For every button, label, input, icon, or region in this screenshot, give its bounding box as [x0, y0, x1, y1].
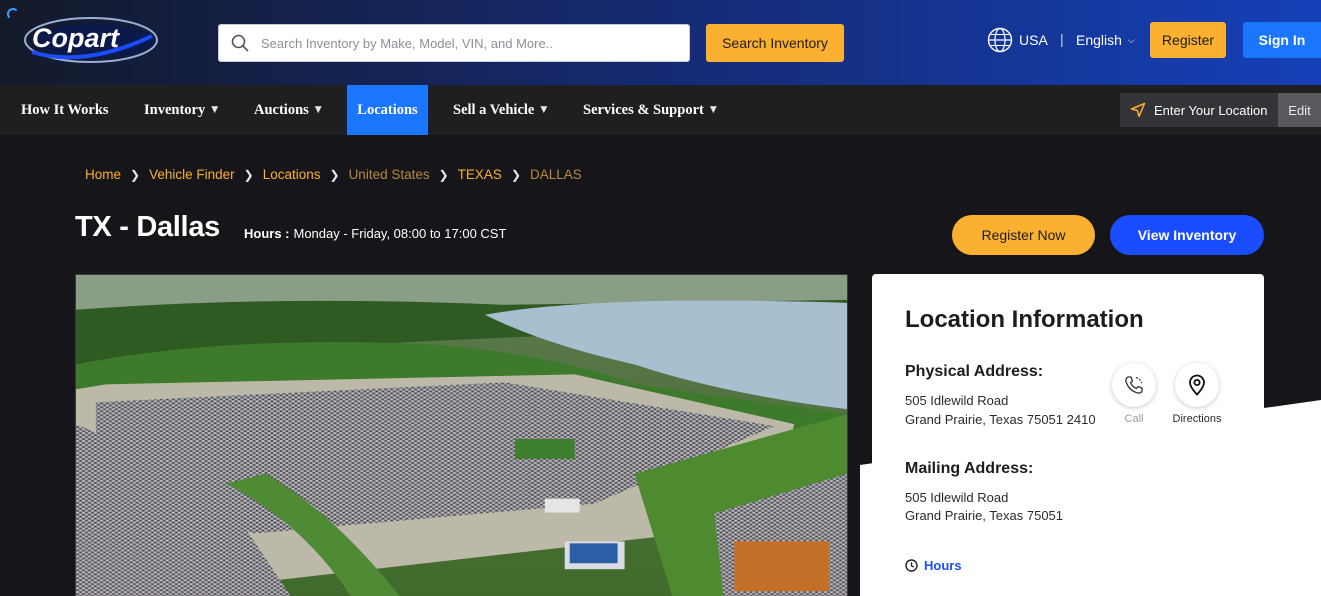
directions-button[interactable]: [1175, 363, 1219, 407]
loading-spinner-icon: [7, 8, 19, 20]
chevron-right-icon: ❯: [329, 167, 340, 182]
location-aerial-photo: [75, 274, 848, 596]
chevron-right-icon: ❯: [438, 167, 449, 182]
breadcrumb-dallas: DALLAS: [530, 167, 582, 182]
top-header: Copart Search Inventory USA | English ⌵ …: [0, 0, 1321, 85]
physical-address-heading: Physical Address:: [905, 363, 1044, 380]
location-info-title: Location Information: [905, 306, 1144, 333]
breadcrumb-texas[interactable]: TEXAS: [458, 167, 502, 182]
search-icon: [231, 34, 249, 52]
mailing-address-line2: Grand Prairie, Texas 75051: [905, 508, 1064, 523]
globe-icon[interactable]: [987, 27, 1013, 53]
directions-label: Directions: [1172, 413, 1222, 425]
breadcrumb: Home ❯ Vehicle Finder ❯ Locations ❯ Unit…: [85, 167, 582, 182]
location-arrow-icon: [1130, 102, 1146, 118]
country-selector[interactable]: USA: [1019, 32, 1048, 48]
hours-value: Monday - Friday, 08:00 to 17:00 CST: [293, 226, 507, 241]
language-label: English: [1076, 32, 1122, 48]
chevron-down-icon: ⌵: [1127, 34, 1135, 45]
physical-address-line1: 505 Idlewild Road: [905, 393, 1009, 408]
call-label: Call: [1124, 413, 1144, 425]
header-divider: |: [1060, 31, 1064, 47]
map-pin-icon: [1189, 374, 1205, 396]
breadcrumb-locations[interactable]: Locations: [263, 167, 321, 182]
search-inventory-button[interactable]: Search Inventory: [706, 24, 844, 62]
logo-text: Copart: [32, 23, 120, 53]
phone-icon: [1125, 376, 1143, 394]
nav-label: Services & Support: [583, 101, 704, 118]
chevron-down-icon: ▼: [709, 105, 717, 115]
hours-label: Hours :: [244, 226, 290, 241]
language-selector[interactable]: English ⌵: [1076, 32, 1135, 48]
copart-logo[interactable]: Copart: [24, 16, 158, 64]
sign-in-button[interactable]: Sign In: [1243, 22, 1321, 58]
nav-label: How It Works: [21, 101, 109, 118]
physical-address-line2: Grand Prairie, Texas 75051 2410: [905, 412, 1096, 427]
chevron-down-icon: ▼: [314, 105, 322, 115]
nav-services-support[interactable]: Services & Support ▼: [583, 85, 717, 135]
nav-label: Locations: [357, 101, 418, 118]
search-input[interactable]: [261, 35, 681, 51]
call-button[interactable]: [1112, 363, 1156, 407]
location-info-card: Location Information Physical Address: 5…: [872, 274, 1264, 596]
chevron-down-icon: ▼: [540, 105, 548, 115]
nav-inventory[interactable]: Inventory ▼: [144, 85, 218, 135]
register-button[interactable]: Register: [1150, 22, 1226, 58]
hours-link-label: Hours: [924, 558, 962, 573]
chevron-down-icon: ▼: [211, 105, 219, 115]
edit-location-button[interactable]: Edit: [1278, 93, 1321, 127]
page-title: TX - Dallas: [75, 211, 220, 243]
breadcrumb-vehicle-finder[interactable]: Vehicle Finder: [149, 167, 235, 182]
nav-label: Inventory: [144, 101, 206, 118]
view-inventory-button[interactable]: View Inventory: [1110, 215, 1264, 255]
hours-summary: Hours : Monday - Friday, 08:00 to 17:00 C…: [244, 226, 506, 241]
mailing-address-heading: Mailing Address:: [905, 460, 1034, 477]
nav-how-it-works[interactable]: How It Works: [21, 85, 109, 135]
main-content: Home ❯ Vehicle Finder ❯ Locations ❯ Unit…: [0, 135, 1321, 596]
chevron-right-icon: ❯: [510, 167, 521, 182]
breadcrumb-united-states[interactable]: United States: [349, 167, 430, 182]
hours-link[interactable]: Hours: [905, 558, 962, 573]
mailing-address-line1: 505 Idlewild Road: [905, 490, 1009, 505]
clock-icon: [905, 559, 918, 572]
enter-location-field[interactable]: Enter Your Location: [1120, 93, 1278, 127]
location-prompt: Enter Your Location: [1154, 102, 1268, 118]
chevron-right-icon: ❯: [130, 167, 141, 182]
nav-label: Auctions: [254, 101, 309, 118]
search-bar: [218, 24, 690, 62]
nav-label: Sell a Vehicle: [453, 101, 535, 118]
nav-sell-a-vehicle[interactable]: Sell a Vehicle ▼: [453, 85, 547, 135]
main-nav: How It Works Inventory ▼ Auctions ▼ Loca…: [0, 85, 1321, 135]
nav-auctions[interactable]: Auctions ▼: [254, 85, 322, 135]
chevron-right-icon: ❯: [243, 167, 254, 182]
breadcrumb-home[interactable]: Home: [85, 167, 121, 182]
nav-locations[interactable]: Locations: [347, 85, 428, 135]
register-now-button[interactable]: Register Now: [952, 215, 1095, 255]
